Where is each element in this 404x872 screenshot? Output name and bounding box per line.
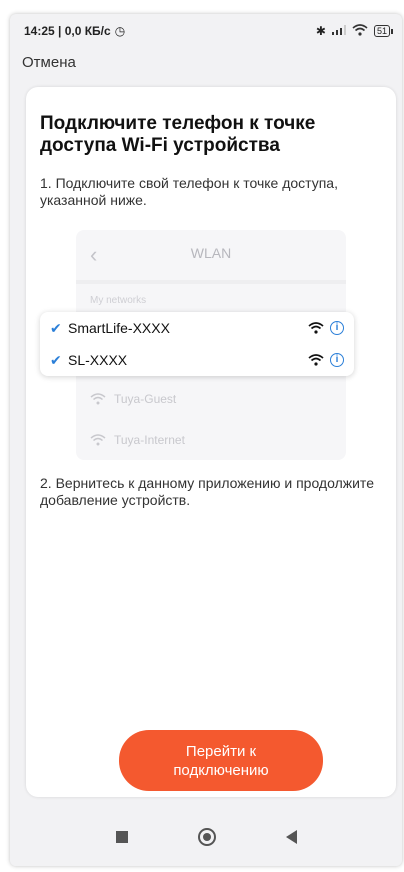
list-item: Tuya-Guest: [90, 392, 176, 406]
info-icon: i: [330, 321, 344, 335]
status-time: 14:25 | 0,0 КБ/с: [24, 24, 111, 38]
chevron-left-icon: ‹: [90, 242, 98, 267]
step2-text: 2. Вернитесь к данному приложению и прод…: [40, 475, 374, 508]
cancel-button[interactable]: Отмена: [22, 54, 76, 71]
status-bar: 14:25 | 0,0 КБ/с ◷ ✱ 51: [10, 14, 402, 48]
instruction-card: Подключите телефон к точке доступа Wi-Fi…: [26, 87, 396, 797]
home-icon[interactable]: [197, 828, 216, 846]
wifi-icon: [308, 354, 324, 366]
wifi-icon: [308, 322, 324, 334]
wifi-status-icon: [352, 23, 368, 39]
illustration-section-label: My networks: [90, 295, 147, 306]
wifi-icon: [90, 393, 106, 405]
bluetooth-icon: ✱: [315, 24, 326, 38]
divider: [76, 280, 346, 284]
go-to-connection-button[interactable]: Перейти к подключению: [119, 730, 323, 791]
back-icon[interactable]: [285, 830, 297, 844]
check-icon: ✔: [50, 319, 62, 336]
illustration-header: ‹ WLAN: [76, 230, 346, 276]
info-icon: i: [330, 353, 344, 367]
illustration-title: WLAN: [190, 245, 232, 261]
signal-icon: [331, 24, 346, 38]
list-item: ✔ SL-XXXX i: [40, 344, 354, 376]
network-name: SmartLife-XXXX: [68, 320, 170, 336]
list-item: Tuya-Internet: [90, 433, 185, 447]
page-title: Подключите телефон к точке доступа Wi-Fi…: [40, 113, 316, 156]
system-nav-bar: [10, 808, 402, 866]
check-icon: ✔: [50, 351, 62, 368]
network-name: Tuya-Internet: [114, 433, 185, 447]
battery-icon: 51: [373, 25, 394, 37]
alarm-icon: ◷: [114, 24, 126, 38]
step1-text: 1. Подключите свой телефон к точке досту…: [40, 175, 338, 208]
highlighted-networks: ✔ SmartLife-XXXX i ✔ SL-XXXX i: [40, 312, 354, 376]
recents-icon[interactable]: [115, 831, 128, 843]
list-item: ✔ SmartLife-XXXX i: [40, 312, 354, 344]
network-name: Tuya-Guest: [114, 392, 177, 406]
network-name: SL-XXXX: [68, 352, 128, 368]
phone-screen: 14:25 | 0,0 КБ/с ◷ ✱ 51 Отмена Подключит…: [10, 14, 402, 866]
wifi-icon: [90, 434, 106, 446]
